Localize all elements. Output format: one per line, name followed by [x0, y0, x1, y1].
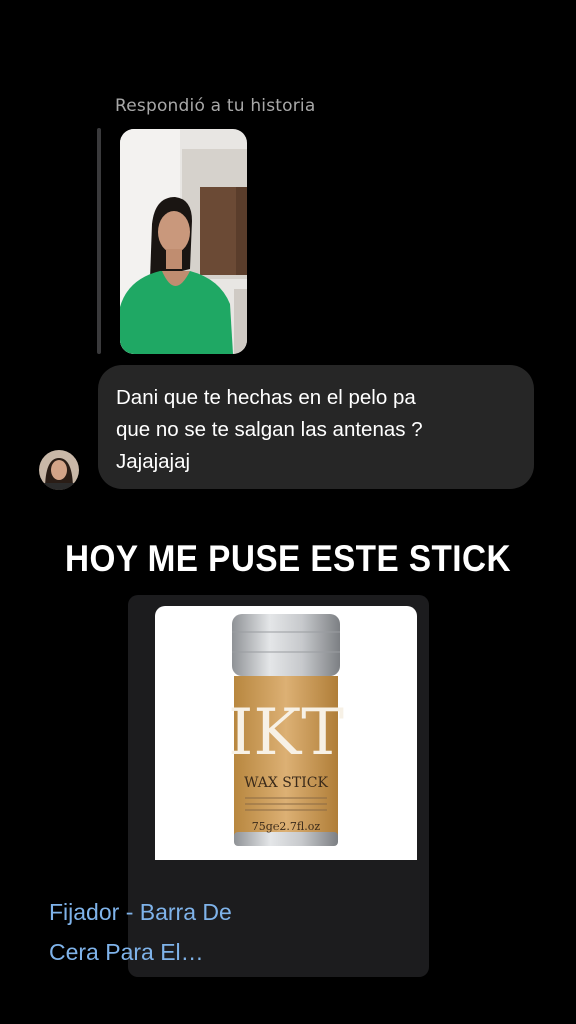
- product-title[interactable]: Fijador - Barra De Cera Para El…: [49, 892, 279, 972]
- package-brand-logo: IKT: [228, 696, 344, 770]
- message-line-2: que no se te salgan las antenas ?: [116, 418, 423, 441]
- quote-bar: [97, 128, 101, 354]
- package-product-name: WAX STICK: [244, 775, 328, 791]
- message-line-1: Dani que te hechas en el pelo pa: [116, 386, 416, 409]
- story-headline: HOY ME PUSE ESTE STICK: [65, 538, 511, 579]
- message-line-3: Jajajajaj: [116, 450, 191, 473]
- story-thumbnail[interactable]: [120, 129, 247, 354]
- product-title-line-1: Fijador - Barra De: [49, 899, 232, 925]
- product-title-line-2: Cera Para El…: [49, 939, 204, 965]
- package-weight: 75g℮2.7fl.oz: [252, 820, 321, 833]
- product-image: IKT WAX STICK 75g℮2.7fl.oz: [155, 606, 417, 860]
- sender-avatar[interactable]: [39, 450, 79, 490]
- message-bubble[interactable]: Dani que te hechas en el pelo pa que no …: [98, 365, 534, 489]
- story-reply-label: Respondió a tu historia: [115, 96, 316, 116]
